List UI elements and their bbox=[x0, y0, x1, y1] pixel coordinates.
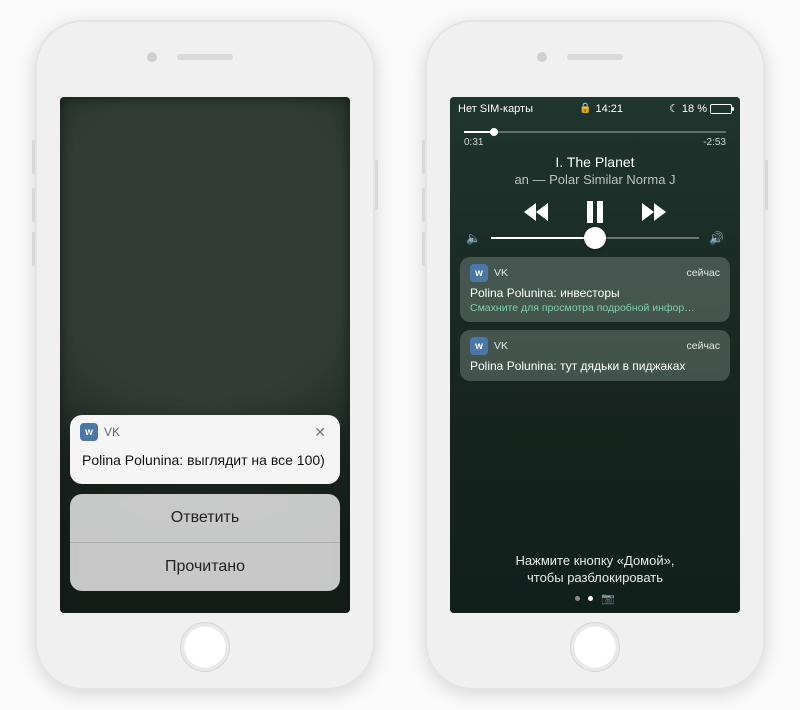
notification-time: сейчас bbox=[686, 267, 720, 279]
remaining-time: -2:53 bbox=[703, 137, 726, 148]
phone-speaker bbox=[567, 54, 623, 60]
notification-app-name: VK bbox=[494, 267, 508, 279]
track-artist: an — Polar Similar Norma J bbox=[464, 172, 726, 187]
page-indicator[interactable]: 📷 bbox=[450, 592, 740, 605]
notification-body: Polina Polunina: инвесторы bbox=[470, 286, 720, 300]
vk-app-icon: w bbox=[80, 423, 98, 441]
iphone-mockup-1: w VK ✕ Polina Polunina: выглядит на все … bbox=[35, 20, 375, 690]
notification-app-name: VK bbox=[104, 425, 120, 439]
close-icon[interactable]: ✕ bbox=[310, 424, 330, 441]
scrubber[interactable] bbox=[464, 131, 726, 133]
volume-high-icon: 🔊 bbox=[709, 231, 724, 245]
vk-app-icon: w bbox=[470, 337, 488, 355]
music-player: 0:31 -2:53 I. The Planet an — Polar Simi… bbox=[450, 117, 740, 251]
iphone-mockup-2: Нет SIM-карты 🔒 14:21 ☾ 18 % 0:31 -2:53 … bbox=[425, 20, 765, 690]
previous-track-icon[interactable] bbox=[524, 203, 550, 221]
phone-camera bbox=[147, 52, 157, 62]
notification-actions: Ответить Прочитано bbox=[70, 494, 340, 591]
status-time: 14:21 bbox=[595, 103, 623, 115]
carrier-label: Нет SIM-карты bbox=[458, 103, 533, 115]
volume-slider[interactable] bbox=[491, 237, 699, 239]
notification-app-name: VK bbox=[494, 340, 508, 352]
volume-low-icon: 🔈 bbox=[466, 231, 481, 245]
reply-button[interactable]: Ответить bbox=[70, 494, 340, 542]
notification-message: Polina Polunina: выглядит на все 100) bbox=[70, 445, 340, 484]
notification-card[interactable]: w VK ✕ Polina Polunina: выглядит на все … bbox=[70, 415, 340, 484]
unlock-hint: Нажмите кнопку «Домой», чтобы разблокиро… bbox=[450, 552, 740, 587]
notification-item[interactable]: w VK сейчас Polina Polunina: тут дядьки … bbox=[460, 330, 730, 381]
screen-lockscreen: Нет SIM-карты 🔒 14:21 ☾ 18 % 0:31 -2:53 … bbox=[450, 97, 740, 613]
battery-icon bbox=[710, 104, 732, 114]
track-title: I. The Planet bbox=[464, 154, 726, 170]
notification-body: Polina Polunina: тут дядьки в пиджаках bbox=[470, 359, 720, 373]
notification-item[interactable]: w VK сейчас Polina Polunina: инвесторы С… bbox=[460, 257, 730, 322]
elapsed-time: 0:31 bbox=[464, 137, 483, 148]
lock-icon: 🔒 bbox=[579, 103, 591, 114]
screen-expanded-notification: w VK ✕ Polina Polunina: выглядит на все … bbox=[60, 97, 350, 613]
status-bar: Нет SIM-карты 🔒 14:21 ☾ 18 % bbox=[450, 97, 740, 117]
battery-percent: 18 % bbox=[682, 103, 707, 115]
dnd-moon-icon: ☾ bbox=[669, 102, 679, 115]
phone-camera bbox=[537, 52, 547, 62]
home-button[interactable] bbox=[180, 622, 230, 672]
notification-hint: Смахните для просмотра подробной инфор… bbox=[470, 302, 720, 314]
phone-speaker bbox=[177, 54, 233, 60]
pause-icon[interactable] bbox=[586, 201, 604, 223]
page-dot-active bbox=[588, 596, 593, 601]
mark-read-button[interactable]: Прочитано bbox=[70, 542, 340, 591]
next-track-icon[interactable] bbox=[640, 203, 666, 221]
page-dot bbox=[575, 596, 580, 601]
camera-shortcut-icon[interactable]: 📷 bbox=[601, 592, 615, 605]
vk-app-icon: w bbox=[470, 264, 488, 282]
notification-time: сейчас bbox=[686, 340, 720, 352]
home-button[interactable] bbox=[570, 622, 620, 672]
